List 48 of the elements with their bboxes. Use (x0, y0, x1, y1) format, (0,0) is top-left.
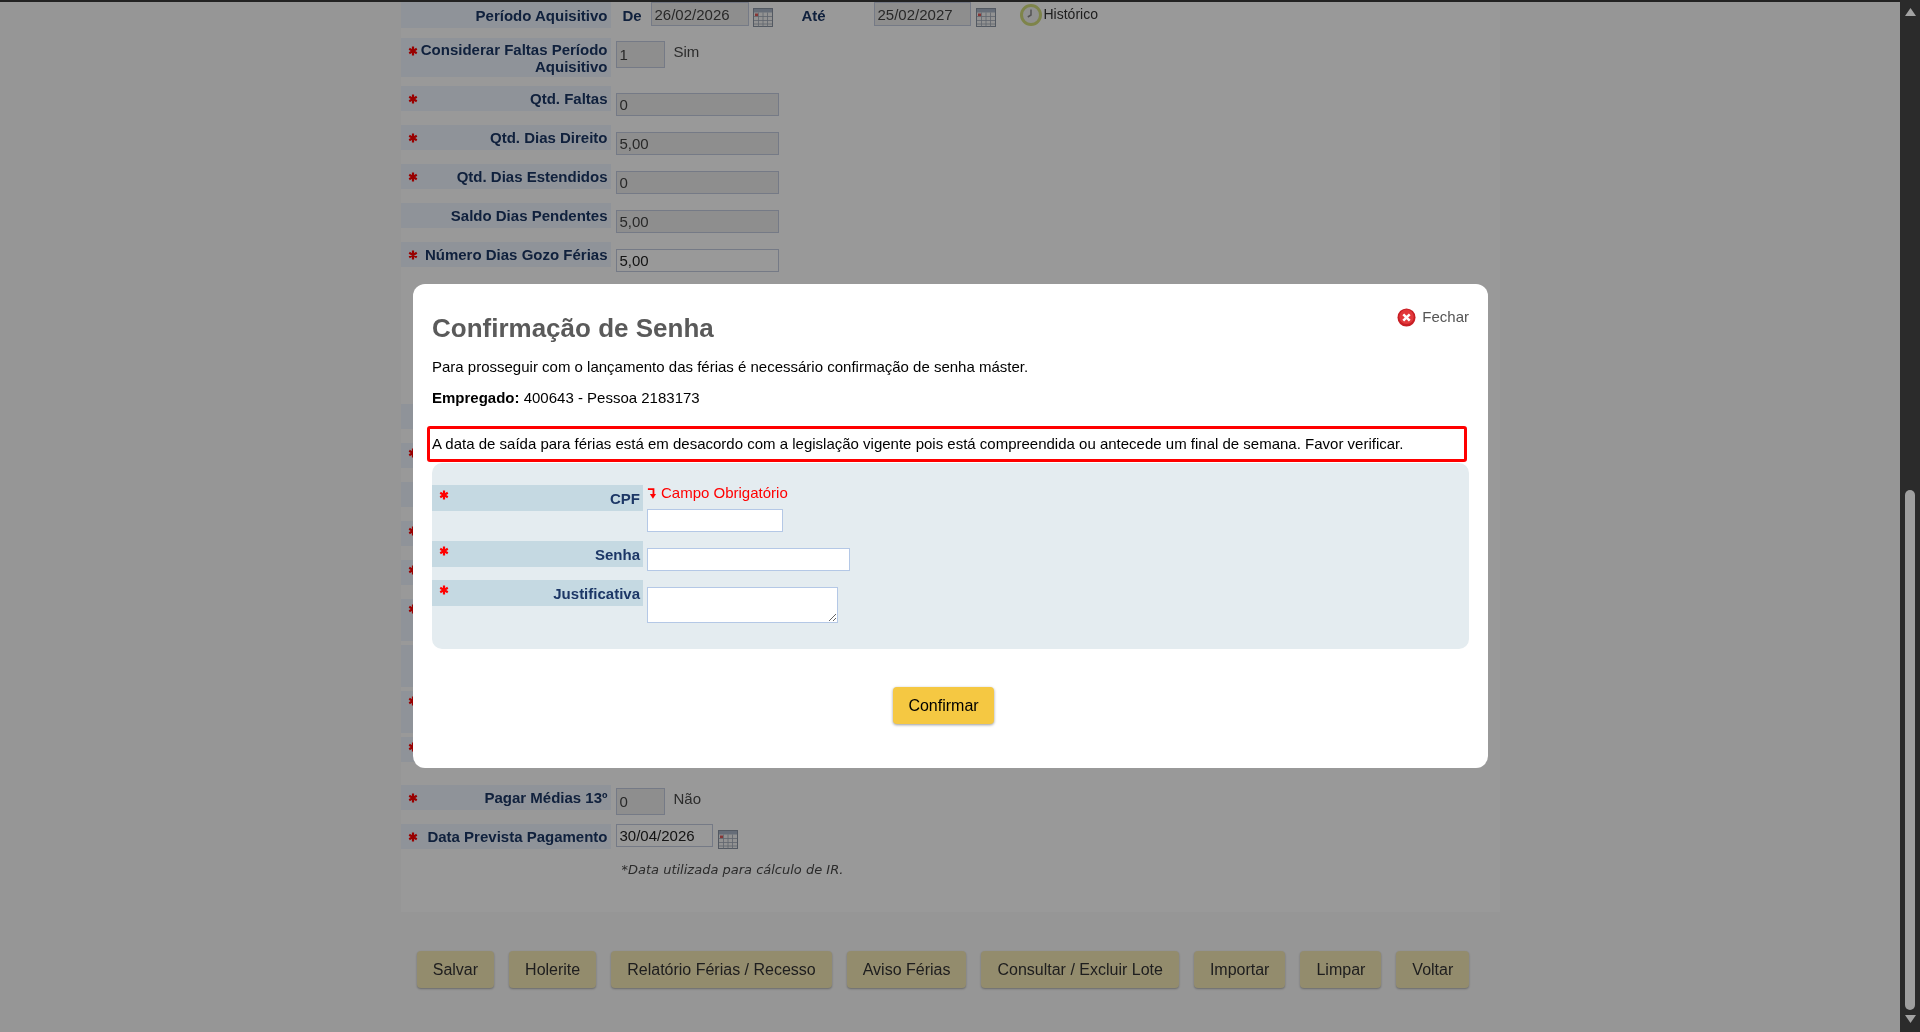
value-caption: Sim (673, 43, 700, 60)
arrow-down-icon (647, 487, 656, 499)
close-icon (1397, 308, 1417, 327)
calendar-icon[interactable] (752, 8, 773, 27)
field-label: Qtd. Dias Direito (489, 129, 608, 146)
hint-text: *Data utilizada para cálculo de IR. (621, 862, 844, 878)
field-label: Considerar Faltas Período Aquisitivo (419, 40, 608, 75)
intro-text: Para prosseguir com o lançamento das férias é necessário confirmação de senha máster. (432, 358, 1030, 376)
text-field[interactable]: 30/04/2026 (615, 824, 713, 847)
value-caption: Não (673, 790, 702, 807)
password-field[interactable] (647, 548, 850, 571)
field-label: Senha (595, 545, 640, 563)
action-button[interactable]: Relatório Férias / Recesso (611, 951, 832, 988)
close-button[interactable]: Fechar (1397, 307, 1469, 328)
field-label: Pagar Médias 13º (484, 789, 608, 806)
text-field[interactable]: 5,00 (615, 249, 779, 272)
field-label: Qtd. Faltas (530, 90, 608, 107)
field-label: Qtd. Dias Estendidos (456, 168, 608, 185)
action-button[interactable]: Voltar (1396, 951, 1470, 988)
employee-info: Empregado: 400643 - Pessoa 2183173 (432, 389, 701, 407)
field-label: Saldo Dias Pendentes (450, 207, 608, 224)
field-label: Número Dias Gozo Férias (424, 246, 608, 263)
confirm-button[interactable]: Confirmar (893, 687, 994, 724)
field-label: Data Prevista Pagamento (427, 828, 608, 845)
alert-message: A data de saída para férias está em desacordo com a legislação vigente pois está compreendida ou antecede um final de semana. Favor verificar. (427, 426, 1467, 462)
field-label: Justificativa (553, 584, 640, 602)
action-button[interactable]: Consultar / Excluir Lote (981, 951, 1179, 988)
error-message: Campo Obrigatório (661, 484, 788, 502)
action-button[interactable]: Limpar (1300, 951, 1382, 988)
field-label: Período Aquisitivo (475, 6, 608, 24)
field-label: Até (801, 7, 827, 24)
scrollbar[interactable] (1900, 0, 1920, 1032)
history-link[interactable]: Histórico (1019, 4, 1098, 26)
textarea-field[interactable] (647, 587, 838, 623)
calendar-icon[interactable] (975, 8, 996, 27)
dialog-title: Confirmação de Senha (432, 313, 714, 343)
calendar-icon[interactable] (717, 830, 738, 849)
field-label: De (622, 7, 643, 24)
scrollbar-thumb[interactable] (1905, 490, 1915, 1010)
action-button[interactable]: Holerite (509, 951, 597, 988)
action-button[interactable]: Aviso Férias (846, 951, 967, 988)
text-field[interactable] (647, 509, 783, 532)
caret-down-icon[interactable] (1904, 1015, 1916, 1023)
field-label: CPF (610, 489, 640, 507)
clock-icon (1019, 4, 1042, 26)
action-button[interactable]: Salvar (416, 951, 495, 988)
action-button[interactable]: Importar (1193, 951, 1286, 988)
caret-up-icon[interactable] (1904, 8, 1916, 16)
